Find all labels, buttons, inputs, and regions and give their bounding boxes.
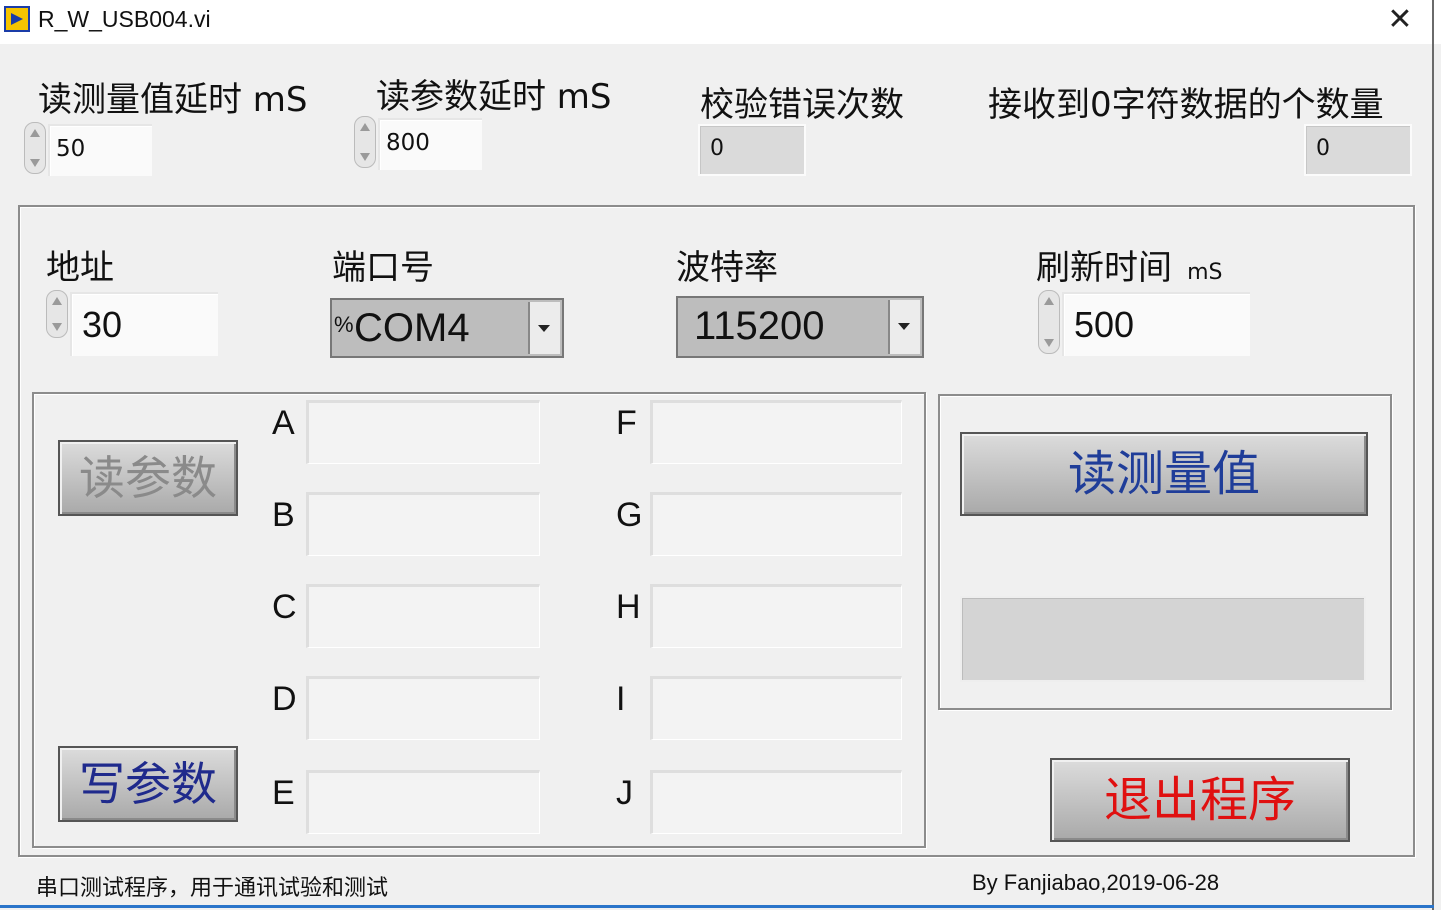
baud-select[interactable]: 115200 (676, 296, 924, 358)
title-bar (0, 0, 1441, 44)
param-b-label: B (272, 496, 295, 534)
port-label: 端口号 (332, 248, 434, 288)
address-spinner[interactable] (46, 290, 68, 338)
param-e-field[interactable] (306, 770, 540, 834)
param-b-field[interactable] (306, 492, 540, 556)
param-f-label: F (616, 404, 637, 442)
read-param-delay-label: 读参数延时 mS (376, 77, 612, 117)
increment-icon[interactable] (360, 123, 370, 131)
address-input[interactable]: 30 (70, 292, 218, 356)
param-d-label: D (272, 680, 297, 718)
checksum-errors-value: 0 (710, 136, 724, 161)
chevron-down-icon (538, 325, 550, 332)
read-params-label: 读参数 (79, 451, 217, 505)
decrement-icon[interactable] (1044, 339, 1054, 347)
increment-icon[interactable] (30, 129, 40, 137)
decrement-icon[interactable] (360, 153, 370, 161)
decrement-icon[interactable] (30, 159, 40, 167)
param-j-label: J (616, 774, 633, 812)
read-measure-delay-value: 50 (56, 136, 86, 162)
baud-value: 115200 (694, 304, 825, 348)
address-label: 地址 (46, 248, 114, 288)
refresh-label: 刷新时间 (1036, 248, 1172, 288)
param-a-field[interactable] (306, 400, 540, 464)
read-param-delay-spinner[interactable] (354, 116, 376, 168)
param-f-field[interactable] (650, 400, 902, 464)
port-select[interactable]: % COM4 (330, 298, 564, 358)
footer-credit: By Fanjiabao,2019-06-28 (972, 870, 1220, 895)
port-value: COM4 (354, 306, 470, 350)
param-i-field[interactable] (650, 676, 902, 740)
read-params-button[interactable]: 读参数 (58, 440, 238, 516)
read-measure-button[interactable]: 读测量值 (960, 432, 1368, 516)
refresh-label-group: 刷新时间 mS (1036, 240, 1223, 289)
read-measure-label: 读测量值 (1067, 446, 1260, 502)
zero-char-count-label: 接收到0字符数据的个数量 (988, 85, 1384, 125)
increment-icon[interactable] (52, 297, 62, 305)
param-g-field[interactable] (650, 492, 902, 556)
param-c-field[interactable] (306, 584, 540, 648)
read-param-delay-input[interactable]: 800 (378, 118, 482, 170)
refresh-value: 500 (1074, 304, 1135, 345)
chevron-down-icon (898, 323, 910, 330)
port-prefix-icon: % (334, 312, 354, 337)
param-h-field[interactable] (650, 584, 902, 648)
decrement-icon[interactable] (52, 323, 62, 331)
measure-display (960, 596, 1366, 682)
baud-label: 波特率 (676, 248, 778, 288)
labview-vi-icon (4, 6, 30, 32)
read-measure-delay-spinner[interactable] (24, 122, 46, 174)
param-i-label: I (616, 680, 626, 718)
read-param-delay-value: 800 (386, 130, 430, 156)
checksum-errors-label: 校验错误次数 (700, 85, 904, 125)
address-value: 30 (82, 304, 123, 345)
close-icon[interactable]: ✕ (1380, 0, 1420, 40)
param-a-label: A (272, 404, 295, 442)
taskbar-edge (0, 905, 1434, 908)
zero-char-count-indicator: 0 (1304, 124, 1412, 176)
read-measure-delay-input[interactable]: 50 (48, 124, 152, 176)
param-g-label: G (616, 496, 643, 534)
window-border (1432, 0, 1434, 910)
param-c-label: C (272, 588, 297, 626)
port-dropdown-button[interactable] (528, 302, 560, 354)
param-d-field[interactable] (306, 676, 540, 740)
param-e-label: E (272, 774, 295, 812)
param-j-field[interactable] (650, 770, 902, 834)
refresh-input[interactable]: 500 (1062, 292, 1250, 356)
baud-dropdown-button[interactable] (888, 300, 920, 354)
footer-description: 串口测试程序，用于通讯试验和测试 (36, 876, 389, 901)
refresh-unit: mS (1187, 260, 1223, 285)
read-measure-delay-label: 读测量值延时 mS (38, 80, 308, 120)
checksum-errors-indicator: 0 (698, 124, 806, 176)
param-h-label: H (616, 588, 641, 626)
refresh-spinner[interactable] (1038, 290, 1060, 354)
exit-label: 退出程序 (1103, 772, 1296, 828)
window-title: R_W_USB004.vi (38, 6, 211, 32)
zero-char-count-value: 0 (1316, 136, 1330, 161)
write-params-button[interactable]: 写参数 (58, 746, 238, 822)
exit-button[interactable]: 退出程序 (1050, 758, 1350, 842)
write-params-label: 写参数 (79, 757, 217, 811)
increment-icon[interactable] (1044, 297, 1054, 305)
